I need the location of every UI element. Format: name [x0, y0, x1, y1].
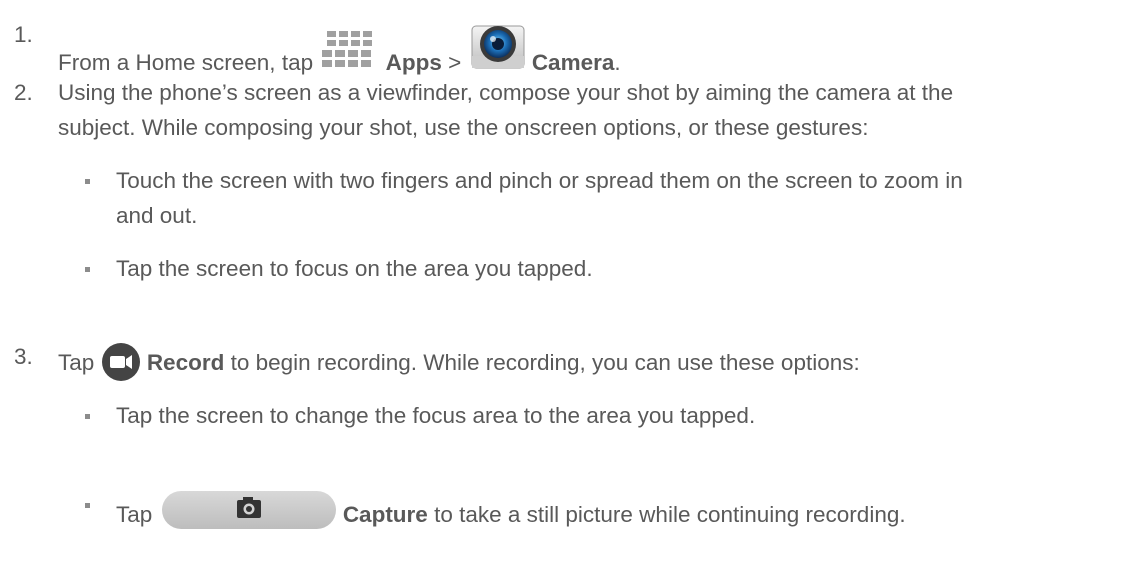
step-3-text: Tap Record to begin recording. While rec… [58, 342, 860, 390]
step-number: 3. [14, 344, 33, 369]
step-text-period: . [614, 50, 621, 75]
capture-camera-icon [161, 490, 337, 538]
bullet-text: Tap the screen to change the focus area … [116, 403, 756, 428]
video-record-icon [101, 342, 141, 390]
step-text: Using the phone’s screen as a viewfinder… [58, 80, 954, 105]
record-label: Record [146, 350, 225, 375]
step-text: to begin recording. While recording, you… [230, 350, 860, 375]
step-1-text: From a Home screen, tap Apps > Camera. [58, 20, 621, 78]
bullet-text: and out. [116, 203, 198, 228]
step-text: Tap [58, 350, 95, 375]
step-number: 1. [14, 22, 33, 47]
separator: > [448, 50, 462, 75]
apps-label: Apps [385, 50, 442, 75]
step-number: 2. [14, 80, 33, 105]
step-text: subject. While composing your shot, use … [58, 115, 869, 140]
bullet-marker [85, 414, 90, 419]
bullet-marker [85, 503, 90, 508]
bullet-text: Touch the screen with two fingers and pi… [116, 168, 963, 193]
step-text: From a Home screen, tap [58, 50, 314, 75]
bullet-text: Tap the screen to focus on the area you … [116, 256, 593, 281]
bullet-marker [85, 179, 90, 184]
bullet-text: Tap [116, 502, 153, 527]
bullet-marker [85, 267, 90, 272]
bullet-4-text: Tap Capture to take a still picture whil… [116, 490, 906, 538]
capture-label: Capture [342, 502, 428, 527]
apps-grid-icon [321, 28, 379, 78]
bullet-text: to take a still picture while continuing… [434, 502, 906, 527]
camera-label: Camera [531, 50, 615, 75]
camera-app-icon [470, 20, 526, 78]
